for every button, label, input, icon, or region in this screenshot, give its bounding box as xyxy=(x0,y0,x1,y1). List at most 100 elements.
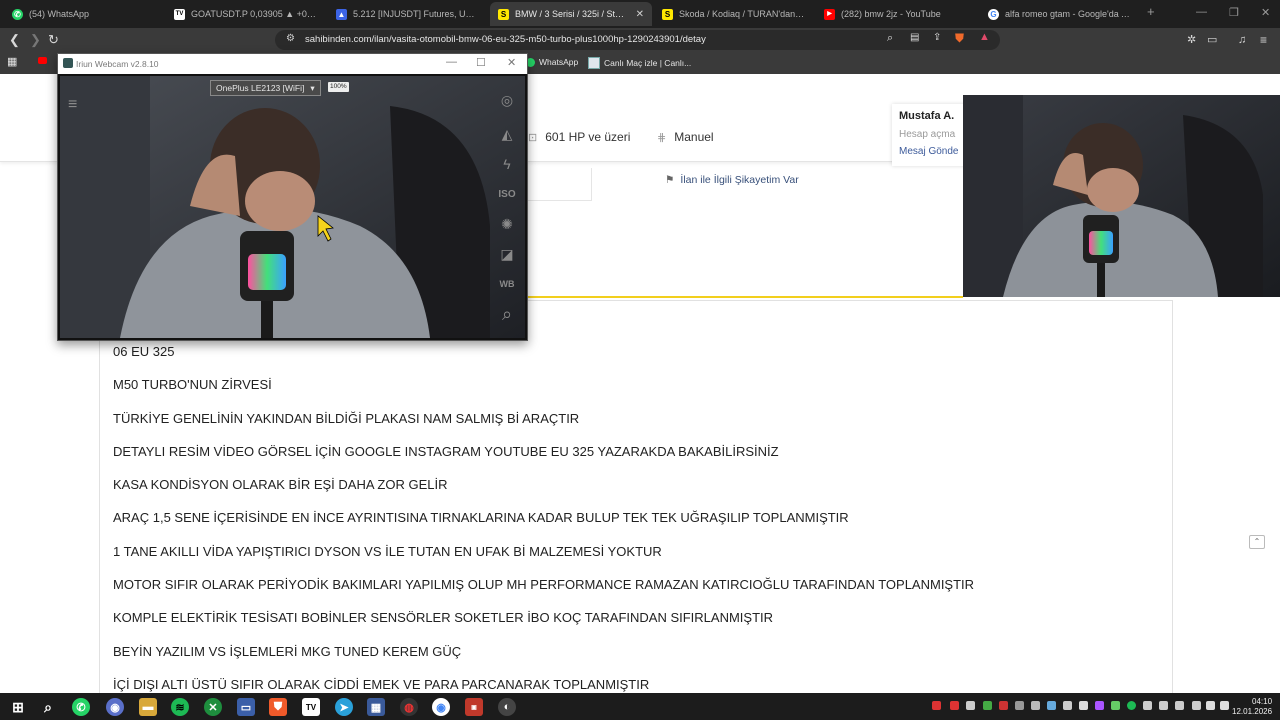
complaint-link[interactable]: ⚑ İlan ile İlgili Şikayetim Var xyxy=(665,174,799,186)
zoom-icon[interactable]: ⌕ xyxy=(496,304,518,325)
tray-app-icon[interactable] xyxy=(1192,701,1201,710)
send-message-link[interactable]: Mesaj Gönde xyxy=(899,146,958,157)
minimize-icon[interactable]: — xyxy=(446,56,457,68)
xbox-icon[interactable]: ✕ xyxy=(204,698,222,716)
tab-tradingview[interactable]: TV GOATUSDT.P 0,03905 ▲ +0.62% Soy xyxy=(166,2,326,26)
clock-date: 12.01.2026 xyxy=(1232,707,1273,716)
desktop-app-icon[interactable]: ▭ xyxy=(237,698,255,716)
tray-app-icon[interactable] xyxy=(1015,701,1024,710)
tab-bmw-active[interactable]: S BMW / 3 Serisi / 325i / Standart ✕ xyxy=(490,2,652,26)
forward-icon[interactable]: ❯ xyxy=(30,32,41,48)
tab-youtube[interactable]: ▶ (282) bmw 2jz - YouTube xyxy=(816,2,978,26)
whatsapp-taskbar-icon[interactable]: ✆ xyxy=(72,698,90,716)
minimize-icon[interactable]: — xyxy=(1196,6,1207,18)
flash-icon[interactable]: ϟ xyxy=(496,156,518,172)
spec-horsepower: ⊡ 601 HP ve üzeri xyxy=(528,130,630,144)
brave-icon[interactable]: ⛊ xyxy=(269,698,287,716)
new-tab-icon[interactable]: + xyxy=(1147,4,1155,19)
obs-icon[interactable]: ◍ xyxy=(400,698,418,716)
close-icon[interactable]: ✕ xyxy=(507,56,516,69)
telegram-icon[interactable]: ➤ xyxy=(335,698,353,716)
search-icon[interactable]: ⌕ xyxy=(39,698,57,716)
spotify-icon[interactable]: ≋ xyxy=(171,698,189,716)
focus-icon[interactable]: ◎ xyxy=(496,92,518,109)
network-icon[interactable] xyxy=(1206,701,1215,710)
reload-icon[interactable]: ↻ xyxy=(48,32,59,48)
description-line: DETAYLI RESİM VİDEO GÖRSEL İÇİN GOOGLE I… xyxy=(113,443,779,459)
tray-app-icon[interactable] xyxy=(932,701,941,710)
webcam-titlebar[interactable]: Iriun Webcam v2.8.10 — ☐ ✕ xyxy=(58,54,527,74)
show-hidden-icons[interactable] xyxy=(1175,701,1184,710)
share-icon[interactable]: ⇪ xyxy=(933,32,941,43)
spec-label: 601 HP ve üzeri xyxy=(545,130,631,144)
tray-app-icon[interactable] xyxy=(1063,701,1072,710)
tray-app-icon[interactable] xyxy=(966,701,975,710)
address-bar[interactable]: ⚙ sahibinden.com/ilan/vasita-otomobil-bm… xyxy=(275,30,1000,50)
spec-transmission: ⋕ Manuel xyxy=(657,130,714,144)
file-explorer-icon[interactable]: ▬ xyxy=(139,698,157,716)
url-text[interactable]: sahibinden.com/ilan/vasita-otomobil-bmw-… xyxy=(305,34,706,45)
iriun-webcam-window[interactable]: Iriun Webcam v2.8.10 — ☐ ✕ OnePlus LE212… xyxy=(57,53,528,341)
media-icon[interactable]: ♫ xyxy=(1238,32,1246,48)
zoom-lens-icon[interactable]: ⌕ xyxy=(887,32,893,45)
streamer-app-icon[interactable]: ▣ xyxy=(465,698,483,716)
spec-label: Manuel xyxy=(674,130,714,144)
seller-name[interactable]: Mustafa A. xyxy=(899,110,954,122)
exposure-icon[interactable]: ◭ xyxy=(496,126,518,143)
apps-grid-icon[interactable]: ▦ xyxy=(7,55,17,68)
google-icon: G xyxy=(988,8,999,20)
bookmark-youtube[interactable] xyxy=(38,57,47,64)
bookmark-canli-mac[interactable]: Canlı Maç izle | Canlı... xyxy=(588,57,691,69)
aperture-icon[interactable]: ✺ xyxy=(496,216,518,233)
bookmark-label: Canlı Maç izle | Canlı... xyxy=(604,58,692,68)
menu-icon[interactable]: ≡ xyxy=(1260,32,1267,48)
wb-button[interactable]: WB xyxy=(496,279,518,289)
chrome-icon[interactable]: ◉ xyxy=(432,698,450,716)
tray-app-icon[interactable] xyxy=(1047,701,1056,710)
windows-start-icon[interactable]: ⊞ xyxy=(9,698,27,716)
tradingview-icon[interactable]: TV xyxy=(302,698,320,716)
back-icon[interactable]: ❮ xyxy=(9,32,20,48)
tray-app-icon[interactable] xyxy=(999,701,1008,710)
tab-google[interactable]: G alfa romeo gtam - Google'da Ara xyxy=(980,2,1142,26)
tray-app-icon[interactable] xyxy=(1159,701,1168,710)
hamburger-menu-icon[interactable]: ≡ xyxy=(68,96,77,114)
microphone-icon[interactable] xyxy=(1079,701,1088,710)
tray-app-icon[interactable] xyxy=(1095,701,1104,710)
calculator-icon[interactable]: ▦ xyxy=(367,698,385,716)
tab-futures[interactable]: ▲ 5.212 [INJUSDT] Futures, USDT-Marg xyxy=(328,2,488,26)
description-line: 06 EU 325 xyxy=(113,344,175,359)
device-selector[interactable]: OnePlus LE2123 [WiFi] ▾ xyxy=(210,80,321,96)
white-balance-icon[interactable]: ◪ xyxy=(496,246,518,263)
brave-shield-icon[interactable]: ⛊ xyxy=(955,31,964,46)
system-clock[interactable]: 04:10 12.01.2026 xyxy=(1232,697,1272,717)
extensions-icon[interactable]: ✲ xyxy=(1187,32,1196,48)
tray-app-icon[interactable] xyxy=(1111,701,1120,710)
tab-title: 5.212 [INJUSDT] Futures, USDT-Marg xyxy=(353,9,480,19)
iriun-webcam-icon[interactable]: ◐ xyxy=(498,698,516,716)
reader-mode-icon[interactable]: ▤ xyxy=(910,32,919,43)
bookmark-label: WhatsApp xyxy=(539,57,579,67)
tray-app-icon[interactable] xyxy=(1143,701,1152,710)
bookmark-whatsapp[interactable]: WhatsApp xyxy=(526,57,578,67)
tray-app-icon[interactable] xyxy=(950,701,959,710)
spotify-tray-icon[interactable] xyxy=(1127,701,1136,710)
tray-app-icon[interactable] xyxy=(1031,701,1040,710)
brave-rewards-icon[interactable]: ▲ xyxy=(979,31,990,43)
youtube-icon: ▶ xyxy=(824,8,835,20)
tab-skoda[interactable]: S Skoda / Kodiaq / TURAN'dan SADEC xyxy=(654,2,814,26)
volume-icon[interactable] xyxy=(1220,701,1229,710)
webcam-window-title: Iriun Webcam v2.8.10 xyxy=(76,59,159,69)
maximize-icon[interactable]: ❐ xyxy=(1229,6,1239,19)
close-window-icon[interactable]: ✕ xyxy=(1261,6,1270,19)
tray-app-icon[interactable] xyxy=(983,701,992,710)
tab-whatsapp[interactable]: ✆ (54) WhatsApp xyxy=(4,2,166,26)
close-tab-icon[interactable]: ✕ xyxy=(636,9,644,20)
site-info-icon[interactable]: ⚙ xyxy=(286,33,295,44)
maximize-icon[interactable]: ☐ xyxy=(476,56,486,69)
iso-button[interactable]: ISO xyxy=(496,189,518,200)
sidebar-icon[interactable]: ▭ xyxy=(1207,32,1217,48)
collapse-button[interactable]: ⌃ xyxy=(1249,535,1265,549)
description-line: KASA KONDİSYON OLARAK BİR EŞİ DAHA ZOR G… xyxy=(113,477,448,493)
browser-taskbar-icon[interactable]: ◉ xyxy=(106,698,124,716)
